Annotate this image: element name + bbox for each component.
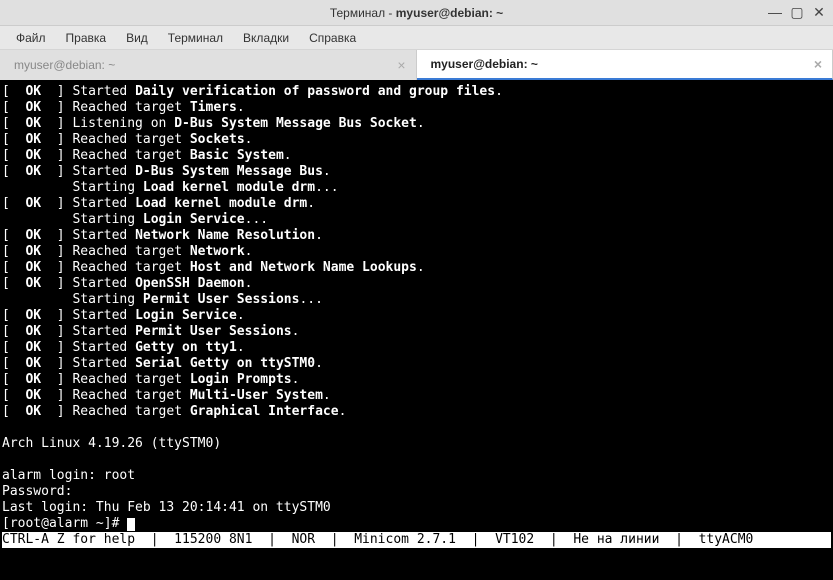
menu-file[interactable]: Файл [6,27,56,49]
menu-edit[interactable]: Правка [56,27,117,49]
window-title: Терминал - myuser@debian: ~ [330,6,503,20]
close-button[interactable]: ✕ [809,2,829,22]
maximize-button[interactable]: ▢ [787,2,807,22]
terminal-viewport[interactable]: [ OK ] Started Daily verification of pas… [0,80,833,580]
tab-1[interactable]: myuser@debian: ~ × [0,50,417,80]
menu-help[interactable]: Справка [299,27,366,49]
menu-view[interactable]: Вид [116,27,158,49]
tabbar: myuser@debian: ~ × myuser@debian: ~ × [0,50,833,80]
minimize-button[interactable]: — [765,2,785,22]
tab-close-icon[interactable]: × [397,57,405,73]
tab-close-icon[interactable]: × [814,56,822,72]
menubar: Файл Правка Вид Терминал Вкладки Справка [0,26,833,50]
tab-2[interactable]: myuser@debian: ~ × [417,50,833,80]
tab-label: myuser@debian: ~ [431,57,538,71]
titlebar: Терминал - myuser@debian: ~ — ▢ ✕ [0,0,833,26]
menu-terminal[interactable]: Терминал [158,27,233,49]
menu-tabs[interactable]: Вкладки [233,27,299,49]
window-controls: — ▢ ✕ [765,2,829,22]
tab-label: myuser@debian: ~ [14,58,115,72]
